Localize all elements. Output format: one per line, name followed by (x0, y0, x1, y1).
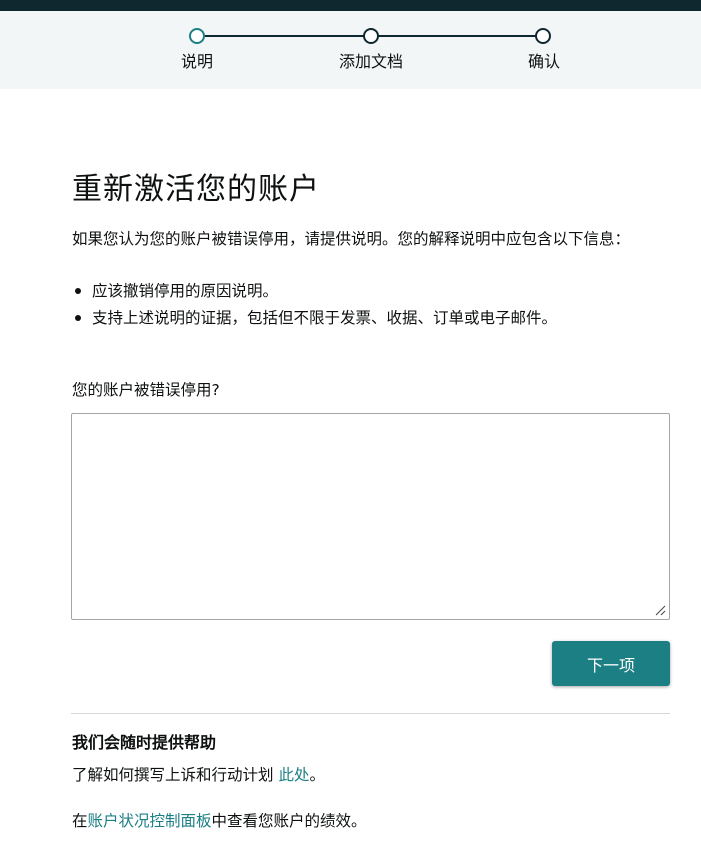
page-title: 重新激活您的账户 (72, 172, 320, 207)
requirements-list: 应该撤销停用的原因说明。 支持上述说明的证据，包括但不限于发票、收据、订单或电子… (72, 278, 557, 332)
top-header-bar (0, 0, 701, 11)
stepper-connector (205, 35, 365, 37)
help-dashboard-text: 在账户状况控制面板中查看您账户的绩效。 (72, 809, 367, 831)
help-appeal-suffix: 。 (309, 766, 325, 784)
list-item: 支持上述说明的证据，包括但不限于发票、收据、订单或电子邮件。 (72, 305, 557, 332)
help-appeal-text: 了解如何撰写上诉和行动计划 此处。 (72, 763, 325, 785)
explanation-field-label: 您的账户被错误停用? (72, 381, 220, 399)
step-1-circle-icon (189, 28, 205, 44)
intro-text: 如果您认为您的账户被错误停用，请提供说明。您的解释说明中应包含以下信息： (72, 230, 631, 248)
explanation-textarea[interactable] (71, 413, 670, 620)
step-3-label: 确认 (527, 52, 561, 71)
step-1-label: 说明 (180, 52, 214, 71)
step-2-label: 添加文档 (338, 52, 404, 71)
list-item: 应该撤销停用的原因说明。 (72, 278, 557, 305)
step-3-circle-icon (535, 28, 551, 44)
help-heading: 我们会随时提供帮助 (72, 733, 217, 752)
section-divider (71, 713, 670, 714)
step-2-circle-icon (363, 28, 379, 44)
appeal-guide-link[interactable]: 此处 (278, 766, 309, 784)
account-health-dashboard-link[interactable]: 账户状况控制面板 (88, 812, 212, 830)
help-dashboard-suffix: 中查看您账户的绩效。 (211, 812, 367, 830)
help-dashboard-prefix: 在 (72, 812, 88, 830)
resize-handle-icon[interactable] (654, 604, 666, 616)
help-appeal-prefix: 了解如何撰写上诉和行动计划 (72, 766, 279, 784)
stepper-connector (377, 35, 537, 37)
next-button[interactable]: 下一项 (552, 641, 670, 686)
